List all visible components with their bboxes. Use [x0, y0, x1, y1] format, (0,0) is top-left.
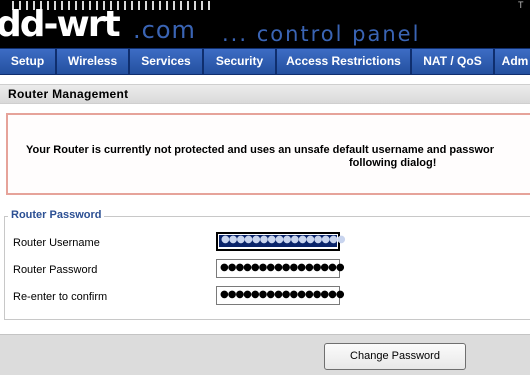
router-password-label: Router Password [13, 264, 98, 276]
confirm-password-input[interactable] [216, 286, 340, 305]
confirm-password-label: Re-enter to confirm [13, 291, 108, 303]
warning-text-line1: Your Router is currently not protected a… [26, 144, 495, 156]
section-header: Router Management [0, 84, 530, 104]
nav-spacer [0, 75, 530, 83]
logo-tagline: ... control panel [222, 22, 421, 46]
change-password-button[interactable]: Change Password [324, 343, 466, 370]
tab-setup[interactable]: Setup [0, 49, 55, 74]
header-corner-text: T [518, 0, 524, 10]
tab-administration[interactable]: Adm [495, 49, 530, 74]
tab-nat-qos[interactable]: NAT / QoS [412, 49, 493, 74]
router-password-input[interactable] [216, 259, 340, 278]
logo-main: dd-wrt [0, 4, 121, 45]
tab-security[interactable]: Security [204, 49, 275, 74]
tab-access-restrictions[interactable]: Access Restrictions [277, 49, 410, 74]
router-username-input[interactable] [216, 232, 340, 251]
warning-text-line2: following dialog! [349, 157, 437, 169]
security-warning-box: Your Router is currently not protected a… [6, 113, 530, 195]
tab-wireless[interactable]: Wireless [57, 49, 128, 74]
router-password-legend: Router Password [8, 209, 105, 221]
nav-bar: Setup Wireless Services Security Access … [0, 48, 530, 75]
header-banner: dd-wrt .com ... control panel T [0, 0, 530, 48]
logo-domain: .com [133, 16, 196, 44]
tab-services[interactable]: Services [130, 49, 202, 74]
page-title: Router Management [8, 87, 129, 101]
router-username-label: Router Username [13, 237, 100, 249]
